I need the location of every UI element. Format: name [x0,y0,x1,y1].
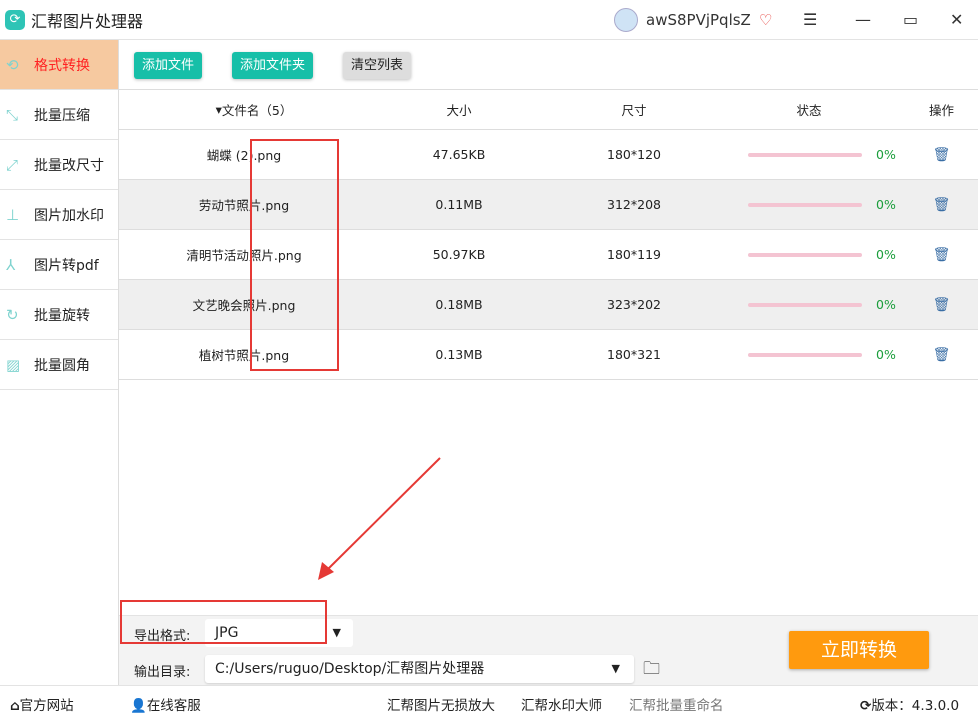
folder-open-icon[interactable]: 🗀 [643,656,660,685]
convert-now-button[interactable]: 立即转换 [789,631,929,669]
person-icon: 👤 [130,698,147,714]
home-icon: ⌂ [10,698,20,714]
support-link[interactable]: 👤在线客服 [130,694,201,714]
chevron-down-icon: ▼ [611,662,620,675]
link-label: 在线客服 [146,698,201,714]
rename-link[interactable]: 汇帮批量重命名 [629,694,724,714]
output-dir-select[interactable]: C:/Users/ruguo/Desktop/汇帮图片处理器 ▼ [205,655,634,683]
watermark-link[interactable]: 汇帮水印大师 [521,694,602,714]
footer: ⌂官方网站 👤在线客服 汇帮图片无损放大 汇帮水印大师 汇帮批量重命名 ⟳版本：… [0,685,978,723]
website-link[interactable]: ⌂官方网站 [10,694,74,714]
annotation-box [120,600,327,644]
dir-label: 输出目录: [134,665,191,680]
upscale-link[interactable]: 汇帮图片无损放大 [387,694,495,714]
version-info[interactable]: ⟳版本：4.3.0.0 [860,694,959,714]
version-label: 版本：4.3.0.0 [871,698,960,714]
dir-value: C:/Users/ruguo/Desktop/汇帮图片处理器 [215,661,485,677]
chevron-down-icon: ▼ [332,626,341,639]
link-label: 官方网站 [19,698,74,714]
refresh-icon: ⟳ [860,698,872,714]
